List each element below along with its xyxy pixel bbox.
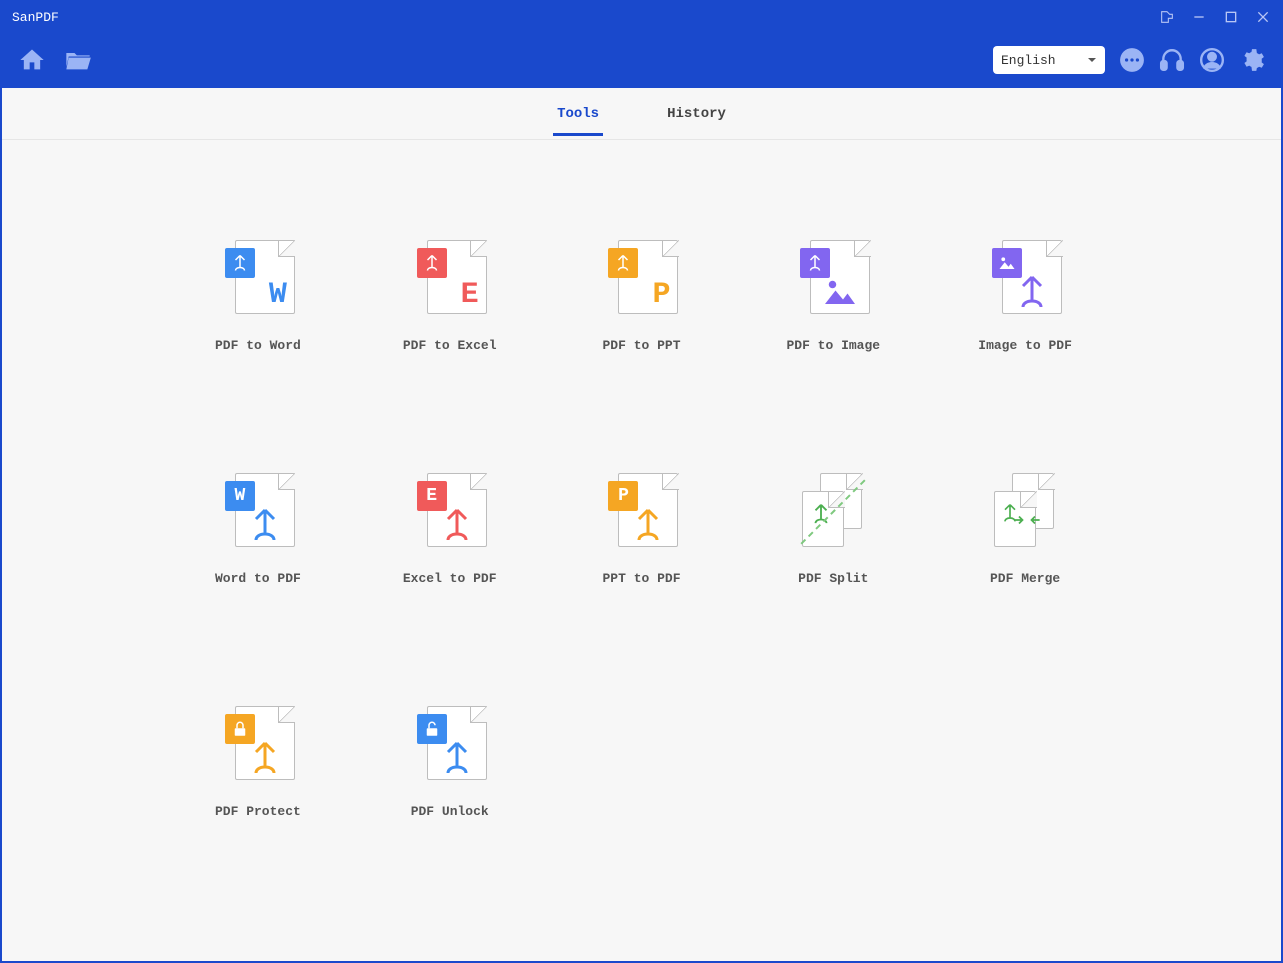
app-title: SanPDF — [12, 10, 1159, 25]
tab-history[interactable]: History — [663, 92, 730, 136]
ppt-to-pdf-icon: P — [602, 473, 680, 551]
pdf-to-image-icon — [794, 240, 872, 318]
tool-pdf-to-ppt[interactable]: P PDF to PPT — [566, 240, 718, 353]
tool-pdf-merge[interactable]: PDF Merge — [949, 473, 1101, 586]
tool-pdf-split[interactable]: PDF Split — [757, 473, 909, 586]
image-glyph-icon — [822, 274, 858, 310]
titlebar: SanPDF — [2, 2, 1281, 32]
tool-label: PDF Protect — [215, 804, 301, 819]
tool-label: PPT to PDF — [602, 571, 680, 586]
close-icon[interactable] — [1255, 9, 1271, 25]
minimize-icon[interactable] — [1191, 9, 1207, 25]
tool-word-to-pdf[interactable]: W Word to PDF — [182, 473, 334, 586]
feedback-icon[interactable] — [1119, 47, 1145, 73]
pdf-merge-icon — [986, 473, 1064, 551]
open-folder-icon[interactable] — [64, 46, 92, 74]
pdf-glyph-icon — [247, 507, 283, 543]
pdf-to-word-icon: W — [219, 240, 297, 318]
maximize-icon[interactable] — [1223, 9, 1239, 25]
tool-excel-to-pdf[interactable]: E Excel to PDF — [374, 473, 526, 586]
pdf-to-excel-icon: E — [411, 240, 489, 318]
tool-label: Excel to PDF — [403, 571, 497, 586]
image-to-pdf-icon — [986, 240, 1064, 318]
tool-pdf-to-excel[interactable]: E PDF to Excel — [374, 240, 526, 353]
tool-label: Image to PDF — [978, 338, 1072, 353]
pdf-unlock-icon — [411, 706, 489, 784]
tab-bar: Tools History — [2, 88, 1281, 140]
merge-arrows-icon — [1012, 513, 1042, 527]
tool-label: PDF to Word — [215, 338, 301, 353]
home-icon[interactable] — [18, 46, 46, 74]
pdf-glyph-icon — [1014, 274, 1050, 310]
language-value: English — [1001, 53, 1056, 68]
account-icon[interactable] — [1199, 47, 1225, 73]
main-toolbar: English — [2, 32, 1281, 88]
settings-icon[interactable] — [1239, 47, 1265, 73]
tool-pdf-unlock[interactable]: PDF Unlock — [374, 706, 526, 819]
theme-icon[interactable] — [1159, 9, 1175, 25]
pdf-glyph-icon — [439, 740, 475, 776]
tool-label: PDF Unlock — [411, 804, 489, 819]
tool-label: PDF to Image — [786, 338, 880, 353]
window-controls — [1159, 9, 1271, 25]
excel-to-pdf-icon: E — [411, 473, 489, 551]
tool-label: PDF to Excel — [403, 338, 497, 353]
pdf-glyph-icon — [247, 740, 283, 776]
language-select[interactable]: English — [993, 46, 1105, 74]
tool-image-to-pdf[interactable]: Image to PDF — [949, 240, 1101, 353]
tool-pdf-protect[interactable]: PDF Protect — [182, 706, 334, 819]
pdf-protect-icon — [219, 706, 297, 784]
word-to-pdf-icon: W — [219, 473, 297, 551]
tool-label: PDF Merge — [990, 571, 1060, 586]
tool-pdf-to-image[interactable]: PDF to Image — [757, 240, 909, 353]
pdf-glyph-icon — [439, 507, 475, 543]
tool-label: Word to PDF — [215, 571, 301, 586]
tool-label: PDF Split — [798, 571, 868, 586]
tool-label: PDF to PPT — [602, 338, 680, 353]
tools-grid: W PDF to Word E PDF to Excel P PDF to PP… — [182, 240, 1101, 819]
support-icon[interactable] — [1159, 47, 1185, 73]
tab-tools[interactable]: Tools — [553, 92, 603, 136]
tool-pdf-to-word[interactable]: W PDF to Word — [182, 240, 334, 353]
pdf-split-icon — [794, 473, 872, 551]
content-area: W PDF to Word E PDF to Excel P PDF to PP… — [2, 140, 1281, 961]
tool-ppt-to-pdf[interactable]: P PPT to PDF — [566, 473, 718, 586]
pdf-glyph-icon — [630, 507, 666, 543]
pdf-to-ppt-icon: P — [602, 240, 680, 318]
chevron-down-icon — [1087, 55, 1097, 65]
